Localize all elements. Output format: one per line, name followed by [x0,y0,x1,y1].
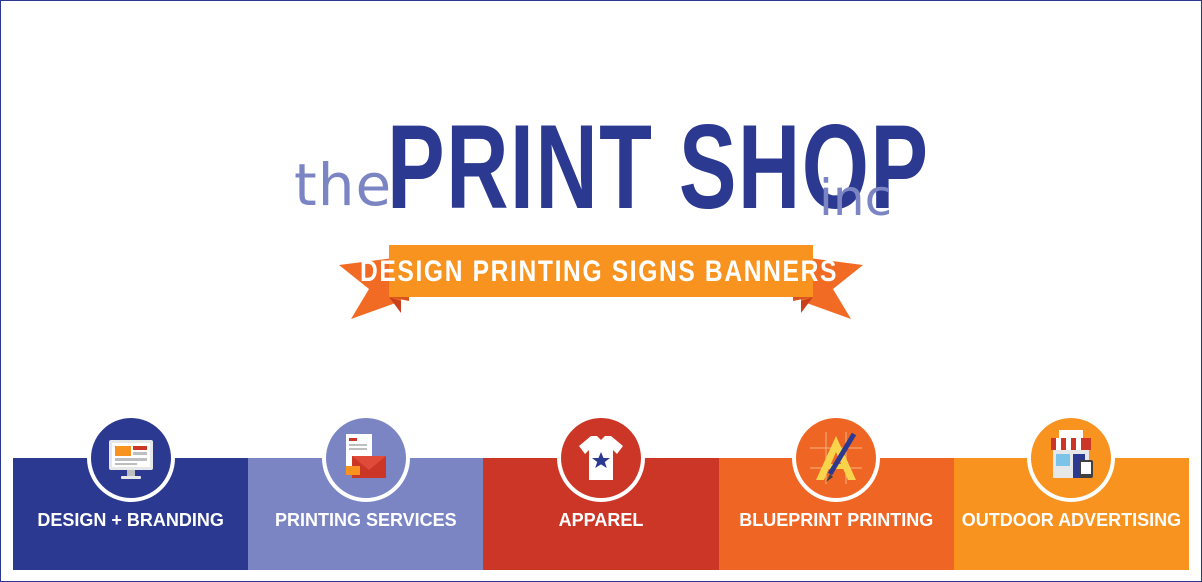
service-label: BLUEPRINT PRINTING [739,510,934,530]
logo-prefix: the [294,151,393,219]
service-design-branding[interactable]: DESIGN + BRANDING [13,418,249,570]
tshirt-icon [561,418,641,498]
drafting-icon [796,418,877,498]
page-frame: the PRINT SHOP inc DESIGN PRINTING SIGNS… [0,0,1202,582]
envelope-icon [325,418,406,498]
service-blueprint-printing[interactable]: BLUEPRINT PRINTING [718,418,954,570]
service-label: PRINTING SERVICES [274,510,457,530]
logo[interactable]: the PRINT SHOP inc DESIGN PRINTING SIGNS… [1,1,1201,341]
logo-tagline: DESIGN PRINTING SIGNS BANNERS [359,255,839,288]
monitor-icon [90,418,171,498]
service-apparel[interactable]: APPAREL [483,418,719,570]
service-label: APPAREL [558,510,644,530]
service-label: OUTDOOR ADVERTISING [961,510,1182,530]
service-outdoor-advertising[interactable]: OUTDOOR ADVERTISING [953,418,1190,570]
logo-suffix: inc [819,169,893,227]
storefront-icon [1031,418,1112,498]
services-bar: DESIGN + BRANDING PRINTING SERVICES APPA… [13,418,1190,570]
service-printing-services[interactable]: PRINTING SERVICES [248,418,484,570]
service-label: DESIGN + BRANDING [37,510,224,530]
